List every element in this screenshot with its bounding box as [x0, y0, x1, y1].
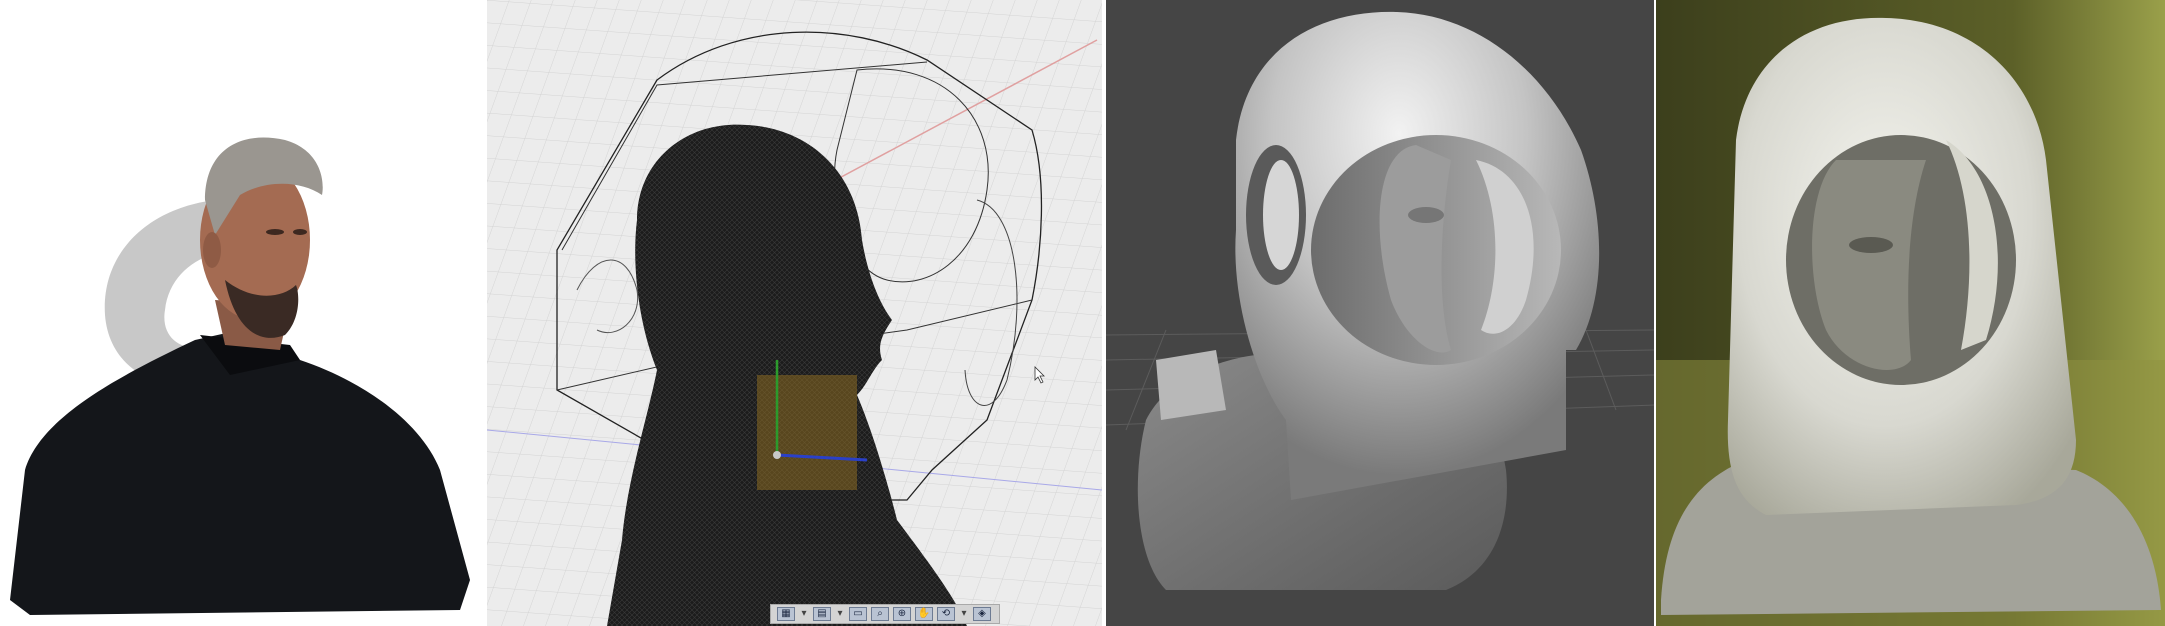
view-cube-icon[interactable]: ◈ [973, 607, 991, 621]
image-strip: ▦ ▾ ▤ ▾ ▭ ⌕ ⊕ ✋ ⟲ ▾ ◈ [0, 0, 2165, 626]
grid-icon[interactable]: ▦ [777, 607, 795, 621]
scan-photo-panel [0, 0, 485, 626]
chevron-down-icon[interactable]: ▾ [959, 607, 969, 621]
gizmo-origin [773, 451, 781, 459]
chevron-down-icon[interactable]: ▾ [835, 607, 845, 621]
scan-photo [10, 137, 470, 615]
side-hole-inner [1263, 160, 1299, 270]
chevron-down-icon[interactable]: ▾ [799, 607, 809, 621]
viewer-toolbar[interactable]: ▦ ▾ ▤ ▾ ▭ ⌕ ⊕ ✋ ⟲ ▾ ◈ [770, 604, 1000, 624]
pan-icon[interactable]: ✋ [915, 607, 933, 621]
ear-shape [203, 232, 221, 268]
inner-face-eyes [1408, 207, 1444, 223]
layers-icon[interactable]: ▤ [813, 607, 831, 621]
render-view [1106, 11, 1654, 590]
orbit-icon[interactable]: ⟲ [937, 607, 955, 621]
zoom-window-icon[interactable]: ⊕ [893, 607, 911, 621]
printed-object-photo [1656, 0, 2165, 626]
shaded-render-panel [1106, 0, 1654, 626]
cad-wireframe-panel [487, 0, 1102, 626]
eye-icon [266, 229, 284, 235]
eye-icon [293, 229, 307, 235]
printed-object-panel [1656, 0, 2165, 626]
zoom-icon[interactable]: ⌕ [871, 607, 889, 621]
monitor-icon[interactable]: ▭ [849, 607, 867, 621]
wireframe-view [487, 0, 1102, 626]
gizmo-box [757, 375, 857, 490]
printed-face-eyes [1849, 237, 1893, 253]
render-block [1156, 350, 1226, 420]
